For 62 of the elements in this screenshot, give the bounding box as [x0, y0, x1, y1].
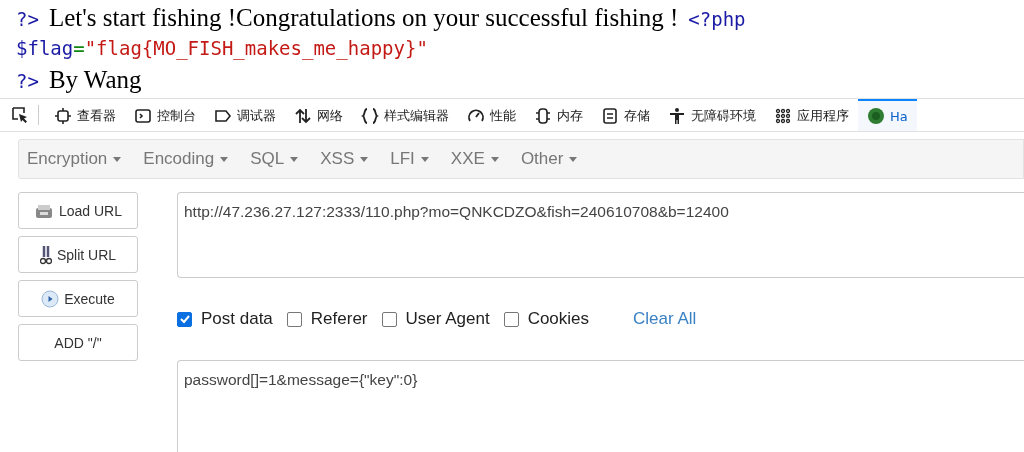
menu-dropdown[interactable]: SQL	[250, 149, 299, 169]
devtools-tab[interactable]: 网络	[285, 99, 352, 131]
drive-icon	[33, 202, 54, 219]
php-code: ?>	[16, 7, 39, 32]
menu-dropdown[interactable]: Encoding	[143, 149, 229, 169]
braces-icon	[361, 107, 379, 125]
url-field[interactable]: http://47.236.27.127:2333/110.php?mo=QNKCDZO&fish=240610708&b=12400	[177, 192, 1024, 278]
storage-icon	[601, 107, 619, 125]
console-icon	[134, 107, 152, 125]
menu-dropdown[interactable]: XXE	[450, 149, 499, 169]
devtools-tab[interactable]: 样式编辑器	[352, 99, 458, 131]
clear-all-link[interactable]: Clear All	[633, 309, 697, 329]
caret-icon	[220, 156, 229, 162]
php-code: <?php	[688, 7, 746, 32]
tag-shape-icon	[214, 107, 232, 125]
devtools-tab[interactable]: 查看器	[45, 99, 125, 131]
person-icon	[668, 107, 686, 125]
checkbox-icon[interactable]	[381, 311, 397, 327]
menu-dropdown[interactable]: XSS	[320, 149, 369, 169]
option-checkbox[interactable]: Cookies	[503, 309, 590, 329]
menu-dropdown[interactable]: LFI	[390, 149, 429, 169]
scissors-icon	[39, 244, 52, 265]
option-checkbox[interactable]: Post data	[177, 309, 273, 329]
caret-icon	[569, 156, 578, 162]
devtools-tab[interactable]: Ha	[858, 99, 917, 131]
devtools-tab[interactable]: 内存	[525, 99, 592, 131]
add-slash-button[interactable]: ADD "/"	[18, 324, 138, 361]
element-picker-icon[interactable]	[10, 105, 30, 125]
devtools-tab[interactable]: 无障碍环境	[659, 99, 765, 131]
devtools-tab[interactable]: 应用程序	[765, 99, 858, 131]
checkbox-icon[interactable]	[286, 311, 302, 327]
option-checkbox[interactable]: Referer	[286, 309, 368, 329]
option-checkbox[interactable]: User Agent	[381, 309, 490, 329]
load-button[interactable]: Load URL	[18, 192, 138, 229]
play-icon	[41, 289, 60, 308]
checkbox-icon[interactable]	[503, 311, 519, 327]
devtools-tab[interactable]: 控制台	[125, 99, 205, 131]
php-code: ?>	[16, 69, 39, 94]
caret-icon	[490, 156, 499, 162]
devtools-tab[interactable]: 性能	[458, 99, 525, 131]
php-code: $flag	[16, 36, 74, 61]
up-down-arrows-icon	[294, 107, 312, 125]
checkbox-icon[interactable]	[177, 311, 192, 327]
split-button[interactable]: Split URL	[18, 236, 138, 273]
output-text: By Wang	[48, 65, 142, 95]
hackbar-logo-icon	[867, 107, 885, 125]
menu-dropdown[interactable]: Other	[520, 149, 578, 169]
chip-icon	[534, 107, 552, 125]
post-data-field[interactable]: password[]=1&message={"key":0}	[177, 360, 1024, 452]
menu-dropdown[interactable]: Encryption	[27, 149, 122, 169]
devtools-tab[interactable]: 存储	[592, 99, 659, 131]
dot-grid-icon	[774, 107, 792, 125]
caret-icon	[290, 156, 299, 162]
caret-icon	[420, 156, 429, 162]
execute-button[interactable]: Execute	[18, 280, 138, 317]
php-string: "flag{MO_FISH_makes_me_happy}"	[84, 36, 428, 62]
caret-icon	[360, 156, 369, 162]
output-text: Let's start fishing !Congratulations on your successful fishing !	[48, 3, 679, 33]
devtools-tab[interactable]: 调试器	[205, 99, 285, 131]
caret-icon	[113, 156, 122, 162]
square-target-icon	[54, 107, 72, 125]
php-operator: =	[73, 36, 85, 61]
